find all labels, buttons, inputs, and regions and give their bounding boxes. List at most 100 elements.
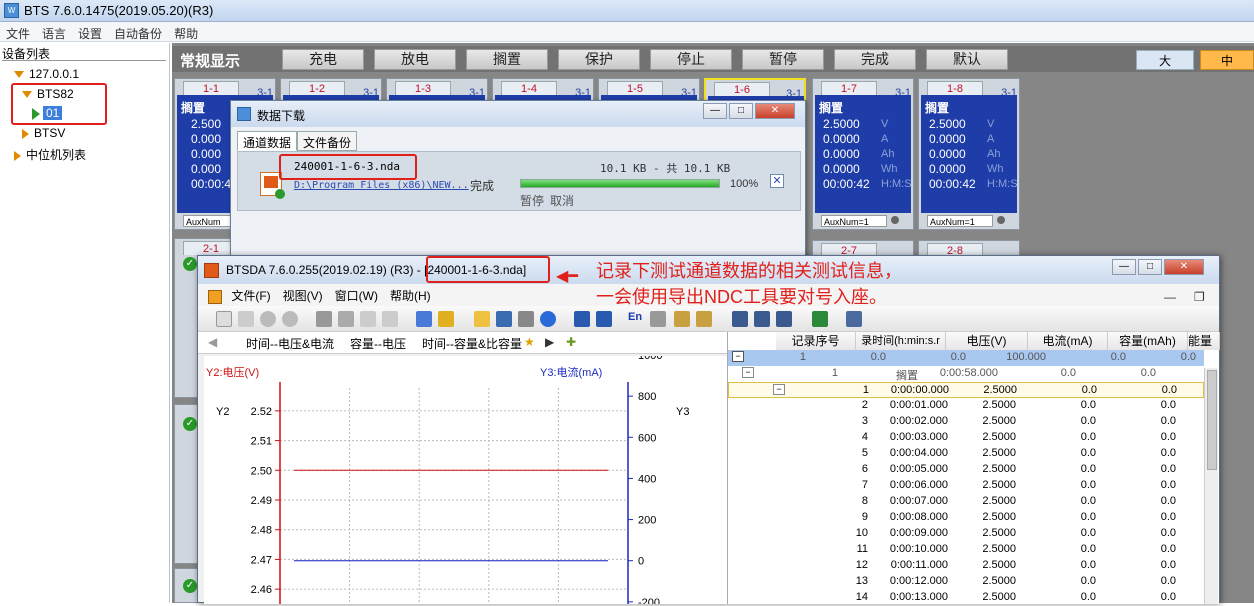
menu-window[interactable]: 窗口(W) [329,284,384,307]
mdi-minimize-icon[interactable]: — [1158,287,1188,307]
filter-discharge-button[interactable]: 放电 [374,49,456,70]
table-row[interactable]: 13 0:00:12.000 2.5000 0.0 0.0 [728,574,1204,590]
col-header-voltage[interactable]: 电压(V) [946,332,1028,350]
filter-protect-button[interactable]: 保护 [558,49,640,70]
table-row[interactable]: 9 0:00:08.000 2.5000 0.0 0.0 [728,510,1204,526]
collapse-icon[interactable]: − [732,351,744,362]
table-view-3-icon[interactable] [776,311,792,327]
menu-file[interactable]: 文件(F) [225,284,276,307]
menu-help[interactable]: 帮助(H) [384,284,437,307]
aux-num: AuxNum=1 [821,215,887,227]
channel-tile[interactable]: 1-8 3-1 搁置 2.5000 0.0000 0.0000 0.0000 0… [918,78,1020,230]
table-row[interactable]: 12 0:00:11.000 2.5000 0.0 0.0 [728,558,1204,574]
collapse-icon[interactable]: − [773,384,785,395]
save-icon[interactable] [496,311,512,327]
col-header-time[interactable]: 录时间(h:min:s.r [856,332,946,350]
table-row[interactable]: 6 0:00:05.000 2.5000 0.0 0.0 [728,462,1204,478]
table-row[interactable]: 4 0:00:03.000 2.5000 0.0 0.0 [728,430,1204,446]
layout-icon[interactable] [846,311,862,327]
menu-settings[interactable]: 设置 [72,22,108,45]
filter-icon[interactable] [438,311,454,327]
table-scrollbar[interactable] [1204,368,1218,604]
excel-export-icon[interactable] [812,311,828,327]
tab-scroll-left-icon[interactable]: ◀ [208,335,217,349]
tree-node-midlist[interactable]: 中位机列表 [14,146,86,163]
open-folder-icon[interactable] [474,311,490,327]
menu-language[interactable]: 语言 [36,22,72,45]
zoom-in-icon[interactable] [260,311,276,327]
table-row[interactable]: 3 0:00:02.000 2.5000 0.0 0.0 [728,414,1204,430]
language-en-icon[interactable]: En [628,311,644,327]
maximize-icon[interactable]: □ [1138,259,1162,275]
favorite-star-icon[interactable]: ★ [524,335,535,349]
undo-icon[interactable] [360,311,376,327]
remove-item-icon[interactable]: ✕ [770,174,784,188]
pause-button[interactable]: 暂停 [520,192,544,209]
table-row[interactable]: 7 0:00:06.000 2.5000 0.0 0.0 [728,478,1204,494]
collapse-icon[interactable]: − [742,367,754,378]
col-header-record[interactable]: 记录序号 [776,332,856,350]
col-header-energy[interactable]: 能量 [1188,332,1220,350]
tree-node-ip[interactable]: 127.0.0.1 [14,67,79,81]
minimize-icon[interactable]: — [703,103,727,119]
arrow-left-icon[interactable] [574,311,590,327]
filter-default-button[interactable]: 默认 [926,49,1008,70]
minimize-icon[interactable]: — [1112,259,1136,275]
record-table[interactable]: 记录序号 录时间(h:min:s.r 电压(V) 电流(mA) 容量(mAh) … [727,332,1220,606]
table-row[interactable]: 14 0:00:13.000 2.5000 0.0 0.0 [728,590,1204,606]
menu-help[interactable]: 帮助 [168,22,204,45]
copy-icon[interactable] [338,311,354,327]
maximize-icon[interactable]: □ [729,103,753,119]
tree-node-btsv[interactable]: BTSV [22,126,65,140]
tab-file-backup[interactable]: 文件备份 [297,131,358,151]
cancel-button[interactable]: 取消 [550,192,574,209]
tab-channel-data[interactable]: 通道数据 [237,131,298,151]
col-header-current[interactable]: 电流(mA) [1028,332,1108,350]
hand-icon[interactable] [216,311,232,327]
filter-pause-button[interactable]: 暂停 [742,49,824,70]
sort-desc-icon[interactable] [696,311,712,327]
download-path-link[interactable]: D:\Program Files (x86)\NEW... [294,180,469,191]
table-row[interactable]: 8 0:00:07.000 2.5000 0.0 0.0 [728,494,1204,510]
table-view-2-icon[interactable] [754,311,770,327]
arrow-right-icon[interactable] [596,311,612,327]
zoom-out-icon[interactable] [282,311,298,327]
line-icon[interactable] [416,311,432,327]
table-row[interactable]: 5 0:00:04.000 2.5000 0.0 0.0 [728,446,1204,462]
filter-complete-button[interactable]: 完成 [834,49,916,70]
filter-charge-button[interactable]: 充电 [282,49,364,70]
redo-icon[interactable] [382,311,398,327]
tab-capacity-voltage[interactable]: 容量--电压 [350,335,406,352]
col-header-capacity[interactable]: 容量(mAh) [1108,332,1188,350]
voltage-current-chart[interactable]: Y2:电压(V) Y3:电流(mA) Y2 Y3 2.52 2.51 2.50 2.4… [204,356,728,604]
mdi-restore-icon[interactable]: ❐ [1188,287,1217,307]
reset-icon[interactable] [316,311,332,327]
table-view-icon[interactable] [732,311,748,327]
pin-icon[interactable] [650,311,666,327]
menu-file[interactable]: 文件 [0,22,36,45]
table-row[interactable]: − 1 0:00:00.000 2.5000 0.0 0.0 [728,382,1204,398]
sort-asc-icon[interactable] [674,311,690,327]
size-large-button[interactable]: 大 [1136,50,1194,70]
add-tab-icon[interactable]: ✚ [566,335,576,349]
close-icon[interactable]: ✕ [1164,259,1204,275]
size-medium-button[interactable]: 中 [1200,50,1254,70]
table-row[interactable]: 10 0:00:09.000 2.5000 0.0 0.0 [728,526,1204,542]
help-icon[interactable] [540,311,556,327]
menu-view[interactable]: 视图(V) [277,284,329,307]
pointer-icon[interactable] [238,311,254,327]
summary-row-cycle[interactable]: − 1 0.0 0.0 100.000 0.0 0.0 [728,350,1204,366]
scrollbar-thumb[interactable] [1207,370,1217,470]
tab-time-capacity[interactable]: 时间--容量&比容量 [422,335,522,352]
channel-tile[interactable]: 1-7 3-1 搁置 2.5000 0.0000 0.0000 0.0000 0… [812,78,914,230]
filter-stop-button[interactable]: 停止 [650,49,732,70]
summary-row-step[interactable]: − 1 搁置 0:00:58.000 0.0 0.0 [728,366,1204,382]
table-row[interactable]: 11 0:00:10.000 2.5000 0.0 0.0 [728,542,1204,558]
print-icon[interactable] [518,311,534,327]
filter-rest-button[interactable]: 搁置 [466,49,548,70]
close-icon[interactable]: ✕ [755,103,795,119]
table-row[interactable]: 2 0:00:01.000 2.5000 0.0 0.0 [728,398,1204,414]
tab-scroll-right-icon[interactable]: ▶ [545,335,554,349]
menu-auto-backup[interactable]: 自动备份 [108,22,168,45]
tab-time-voltage-current[interactable]: 时间--电压&电流 [246,335,334,352]
